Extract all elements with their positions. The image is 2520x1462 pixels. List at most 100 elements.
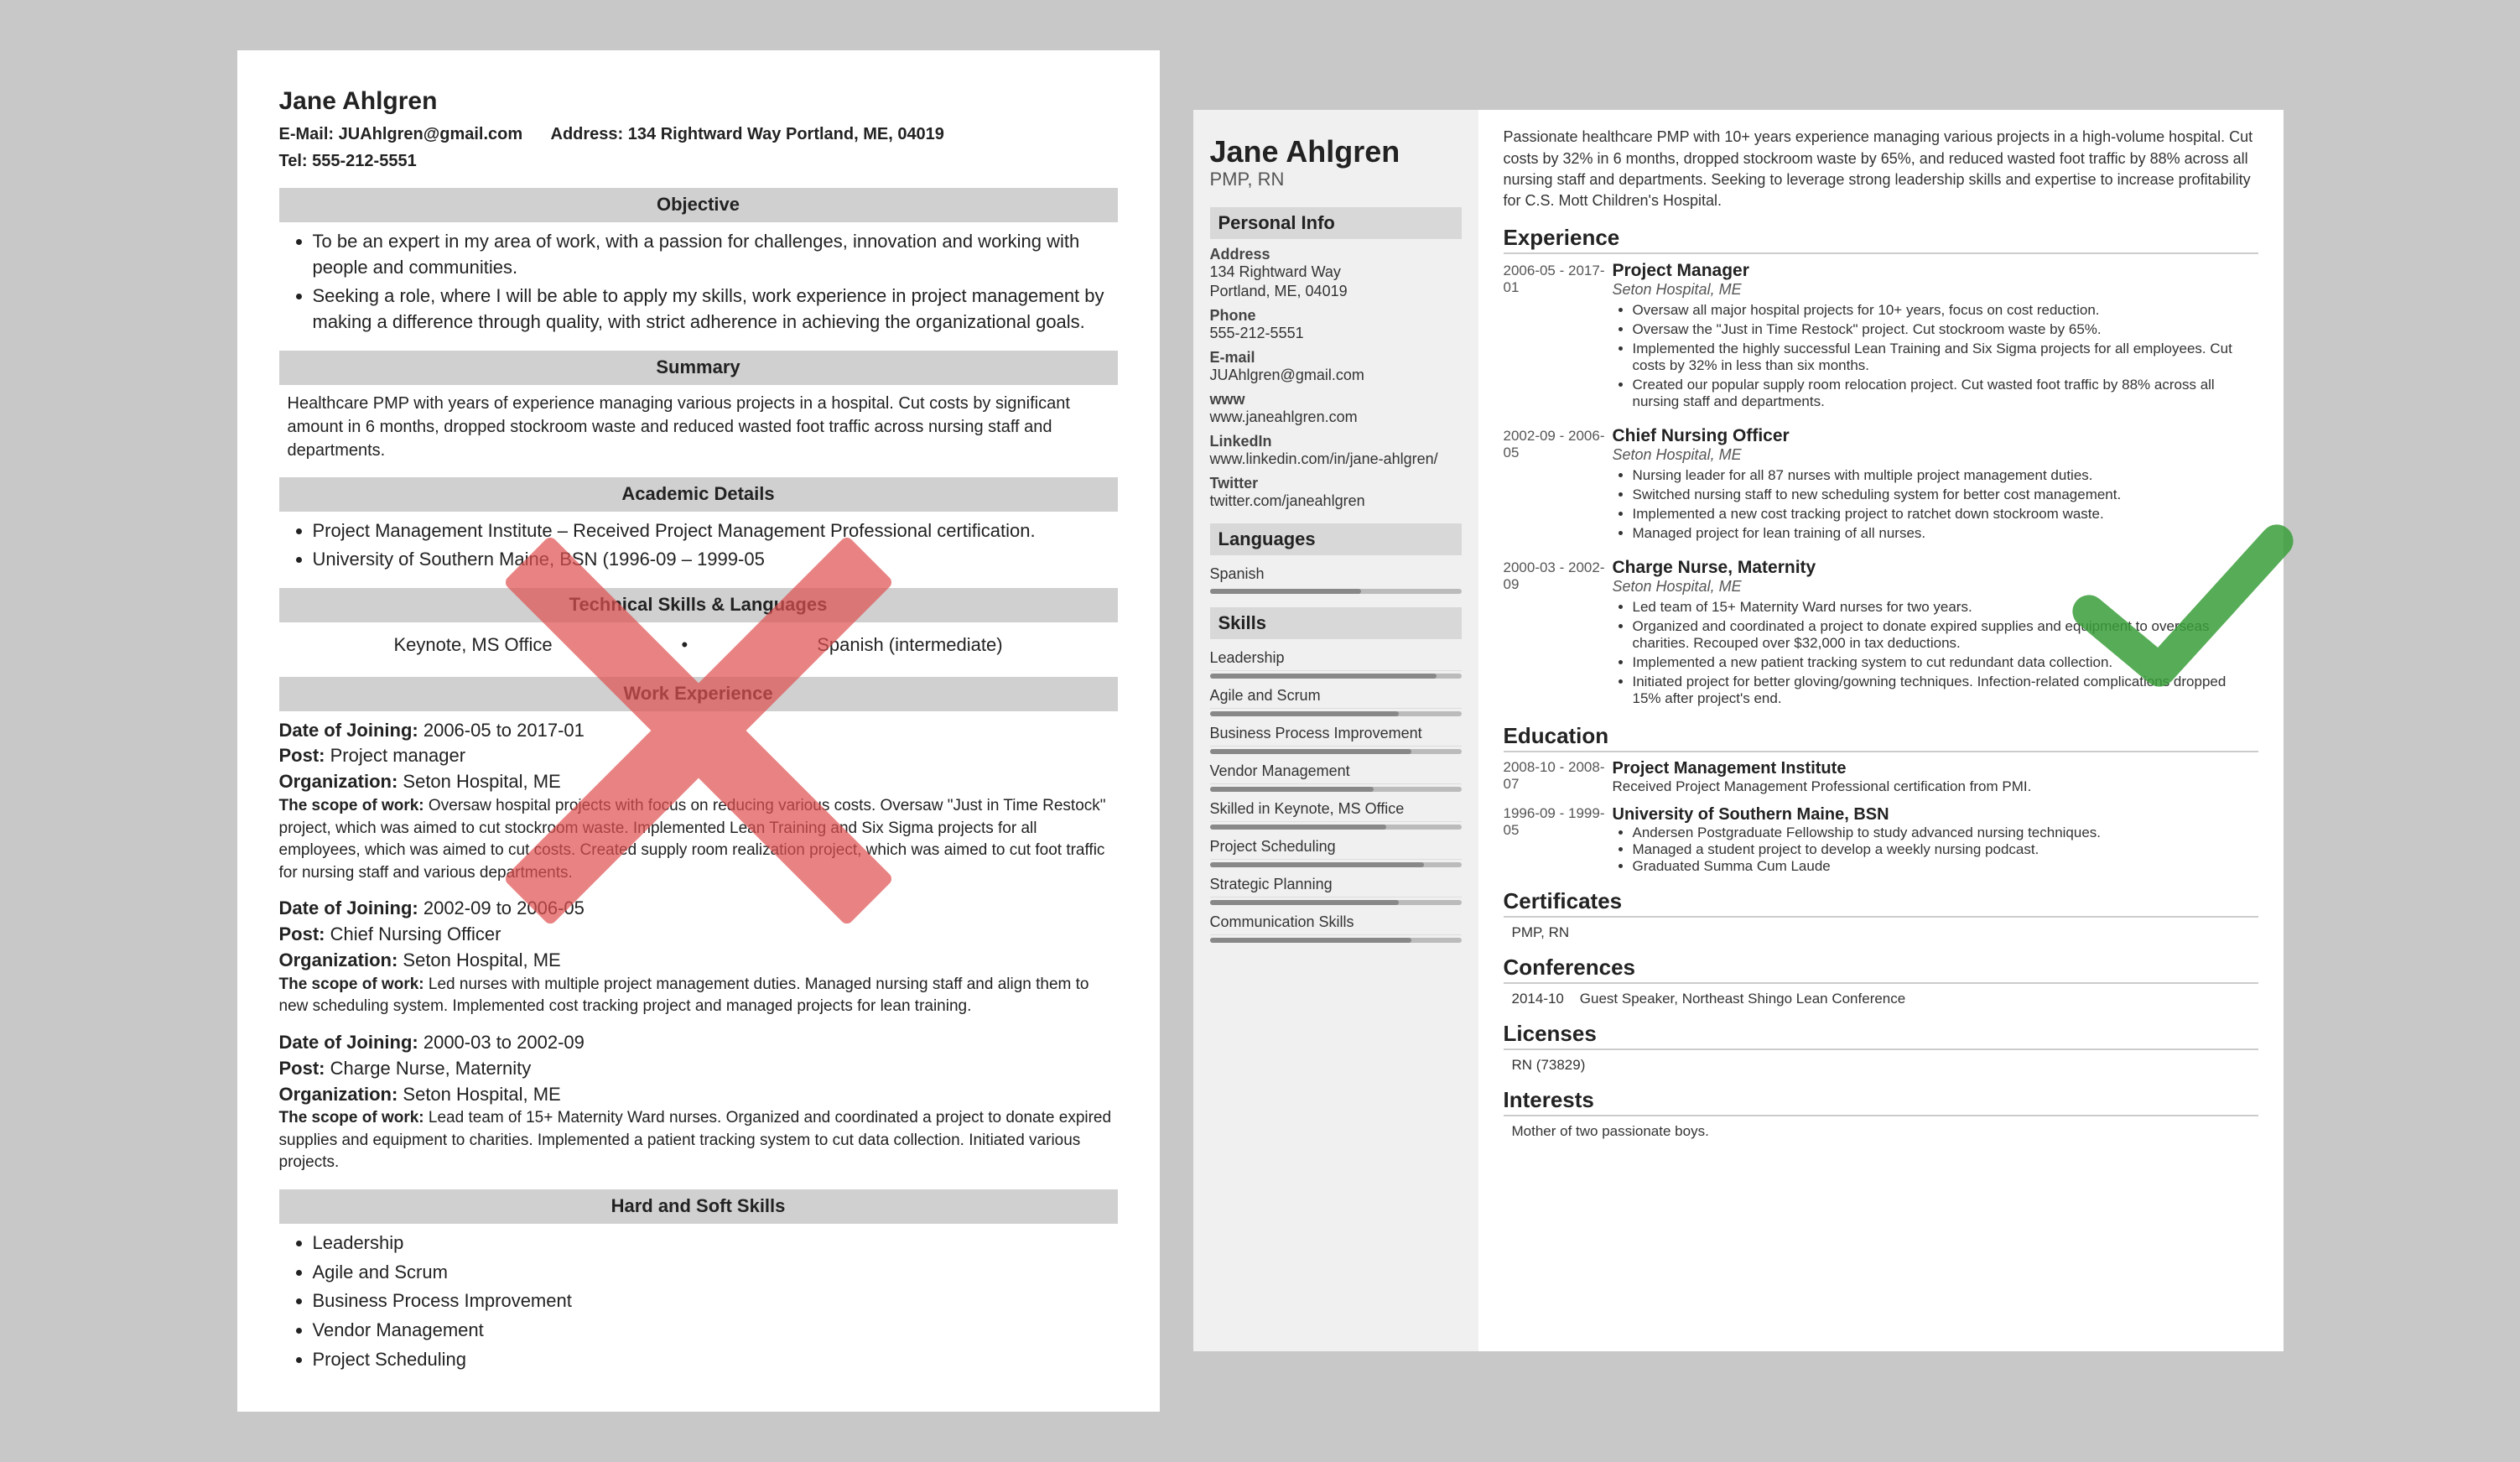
right-title: PMP, RN bbox=[1210, 169, 1462, 190]
skill-0: Leadership bbox=[1210, 646, 1462, 679]
academic-header: Academic Details bbox=[279, 477, 1118, 512]
exp-date-0: 2006-05 - 2017-01 bbox=[1504, 261, 1613, 413]
edu-date-0: 2008-10 - 2008-07 bbox=[1504, 759, 1613, 795]
exp-entry-2: 2000-03 - 2002-09 Charge Nurse, Maternit… bbox=[1504, 558, 2258, 710]
phone-val: 555-212-5551 bbox=[1210, 325, 1462, 342]
work-date-val-3: 2000-03 to 2002-09 bbox=[423, 1032, 585, 1053]
exp-entry-1: 2002-09 - 2006-05 Chief Nursing Officer … bbox=[1504, 426, 2258, 544]
tel-value: 555-212-5551 bbox=[312, 152, 417, 170]
phone-label: Phone bbox=[1210, 307, 1462, 325]
summary-header: Summary bbox=[279, 351, 1118, 385]
hard-soft-header: Hard and Soft Skills bbox=[279, 1189, 1118, 1224]
licenses-title: Licenses bbox=[1504, 1021, 2258, 1050]
work-org-3: Organization: Seton Hospital, ME bbox=[279, 1082, 1118, 1108]
skill-name-2: Business Process Improvement bbox=[1210, 721, 1462, 747]
exp-date-2: 2000-03 - 2002-09 bbox=[1504, 558, 1613, 710]
list-item: Led team of 15+ Maternity Ward nurses fo… bbox=[1633, 599, 2258, 616]
academic-list: Project Management Institute – Received … bbox=[279, 518, 1118, 574]
exp-bullets-0: Oversaw all major hospital projects for … bbox=[1613, 302, 2258, 410]
sidebar-email: E-mail JUAhlgren@gmail.com bbox=[1210, 349, 1462, 384]
work-date-1: Date of Joining: 2006-05 to 2017-01 bbox=[279, 718, 1118, 744]
tech-col1: Keynote, MS Office bbox=[393, 632, 552, 658]
work-post-val-2: Chief Nursing Officer bbox=[330, 924, 501, 944]
work-post-val-1: Project manager bbox=[330, 745, 465, 766]
work-org-val-3: Seton Hospital, ME bbox=[403, 1084, 560, 1105]
work-scope-3: The scope of work: Lead team of 15+ Mate… bbox=[279, 1107, 1118, 1174]
list-item: Created our popular supply room relocati… bbox=[1633, 377, 2258, 410]
email-value: JUAhlgren@gmail.com bbox=[339, 125, 523, 143]
www-val: www.janeahlgren.com bbox=[1210, 408, 1462, 426]
certificates-title: Certificates bbox=[1504, 888, 2258, 918]
skill-5: Project Scheduling bbox=[1210, 835, 1462, 867]
exp-content-2: Charge Nurse, Maternity Seton Hospital, … bbox=[1613, 558, 2258, 710]
edu-bullets-1: Andersen Postgraduate Fellowship to stud… bbox=[1613, 825, 2258, 875]
work-date-val-2: 2002-09 to 2006-05 bbox=[423, 897, 585, 918]
sidebar-linkedin: LinkedIn www.linkedin.com/in/jane-ahlgre… bbox=[1210, 433, 1462, 468]
work-org-label-1: Organization: bbox=[279, 771, 398, 792]
exp-org-0: Seton Hospital, ME bbox=[1613, 281, 2258, 299]
skill-name-6: Strategic Planning bbox=[1210, 872, 1462, 897]
work-post-label-2: Post: bbox=[279, 924, 325, 944]
list-item: Graduated Summa Cum Laude bbox=[1633, 858, 2258, 875]
work-entry-1: Date of Joining: 2006-05 to 2017-01 Post… bbox=[279, 718, 1118, 885]
left-resume: Jane Ahlgren E-Mail: JUAhlgren@gmail.com… bbox=[237, 50, 1160, 1412]
right-name: Jane Ahlgren bbox=[1210, 135, 1462, 169]
language-spanish: Spanish bbox=[1210, 562, 1462, 594]
skill-bar-2 bbox=[1210, 749, 1462, 754]
technical-header: Technical Skills & Languages bbox=[279, 588, 1118, 622]
exp-org-2: Seton Hospital, ME bbox=[1613, 578, 2258, 596]
tel-label: Tel: bbox=[279, 152, 308, 170]
lang-name-0: Spanish bbox=[1210, 562, 1462, 586]
edu-detail-0: Received Project Management Professional… bbox=[1613, 778, 2258, 795]
exp-bullets-2: Led team of 15+ Maternity Ward nurses fo… bbox=[1613, 599, 2258, 707]
right-main: Passionate healthcare PMP with 10+ years… bbox=[1478, 110, 2284, 1351]
work-post-2: Post: Chief Nursing Officer bbox=[279, 922, 1118, 948]
work-post-label-1: Post: bbox=[279, 745, 325, 766]
edu-content-0: Project Management Institute Received Pr… bbox=[1613, 759, 2258, 795]
experience-title: Experience bbox=[1504, 225, 2258, 254]
skill-name-7: Communication Skills bbox=[1210, 910, 1462, 935]
skill-bar-7 bbox=[1210, 938, 1462, 943]
address-label: Address: bbox=[551, 125, 624, 143]
list-item: Organized and coordinated a project to d… bbox=[1633, 618, 2258, 652]
work-org-label-2: Organization: bbox=[279, 950, 398, 970]
conf-date-0: 2014-10 bbox=[1512, 991, 1564, 1007]
list-item: Andersen Postgraduate Fellowship to stud… bbox=[1633, 825, 2258, 841]
right-summary: Passionate healthcare PMP with 10+ years… bbox=[1504, 127, 2258, 211]
right-resume: Jane Ahlgren PMP, RN Personal Info Addre… bbox=[1193, 110, 2284, 1351]
email-label-r: E-mail bbox=[1210, 349, 1462, 367]
work-date-label-3: Date of Joining: bbox=[279, 1032, 418, 1053]
technical-cols: Keynote, MS Office • Spanish (intermedia… bbox=[279, 629, 1118, 662]
work-org-label-3: Organization: bbox=[279, 1084, 398, 1105]
work-post-val-3: Charge Nurse, Maternity bbox=[330, 1058, 532, 1079]
address-val1: 134 Rightward Way bbox=[1210, 263, 1462, 281]
edu-title-1: University of Southern Maine, BSN bbox=[1613, 805, 2258, 825]
skill-bar-0 bbox=[1210, 674, 1462, 679]
work-scope-label-3: The scope of work: bbox=[279, 1109, 424, 1126]
skill-bar-6 bbox=[1210, 900, 1462, 905]
list-item: Implemented a new patient tracking syste… bbox=[1633, 654, 2258, 671]
objective-list: To be an expert in my area of work, with… bbox=[279, 229, 1118, 336]
work-scope-1: The scope of work: Oversaw hospital proj… bbox=[279, 795, 1118, 884]
list-item: Nursing leader for all 87 nurses with mu… bbox=[1633, 467, 2258, 484]
work-post-label-3: Post: bbox=[279, 1058, 325, 1079]
work-date-2: Date of Joining: 2002-09 to 2006-05 bbox=[279, 896, 1118, 922]
tech-col2: Spanish (intermediate) bbox=[817, 632, 1002, 658]
languages-title: Languages bbox=[1210, 523, 1462, 555]
list-item: Project Scheduling bbox=[313, 1347, 1118, 1373]
list-item: Project Management Institute – Received … bbox=[313, 518, 1118, 544]
list-item: Initiated project for better gloving/gow… bbox=[1633, 674, 2258, 707]
work-entry-2: Date of Joining: 2002-09 to 2006-05 Post… bbox=[279, 896, 1118, 1018]
work-date-val-1: 2006-05 to 2017-01 bbox=[423, 720, 585, 741]
skill-name-5: Project Scheduling bbox=[1210, 835, 1462, 860]
skill-name-3: Vendor Management bbox=[1210, 759, 1462, 784]
list-item: Managed a student project to develop a w… bbox=[1633, 841, 2258, 858]
conferences-title: Conferences bbox=[1504, 955, 2258, 984]
sidebar-www: www www.janeahlgren.com bbox=[1210, 391, 1462, 426]
skills-title: Skills bbox=[1210, 607, 1462, 639]
work-header: Work Experience bbox=[279, 677, 1118, 711]
skill-name-4: Skilled in Keynote, MS Office bbox=[1210, 797, 1462, 822]
skill-7: Communication Skills bbox=[1210, 910, 1462, 943]
work-org-val-2: Seton Hospital, ME bbox=[403, 950, 560, 970]
exp-title-2: Charge Nurse, Maternity bbox=[1613, 558, 2258, 578]
